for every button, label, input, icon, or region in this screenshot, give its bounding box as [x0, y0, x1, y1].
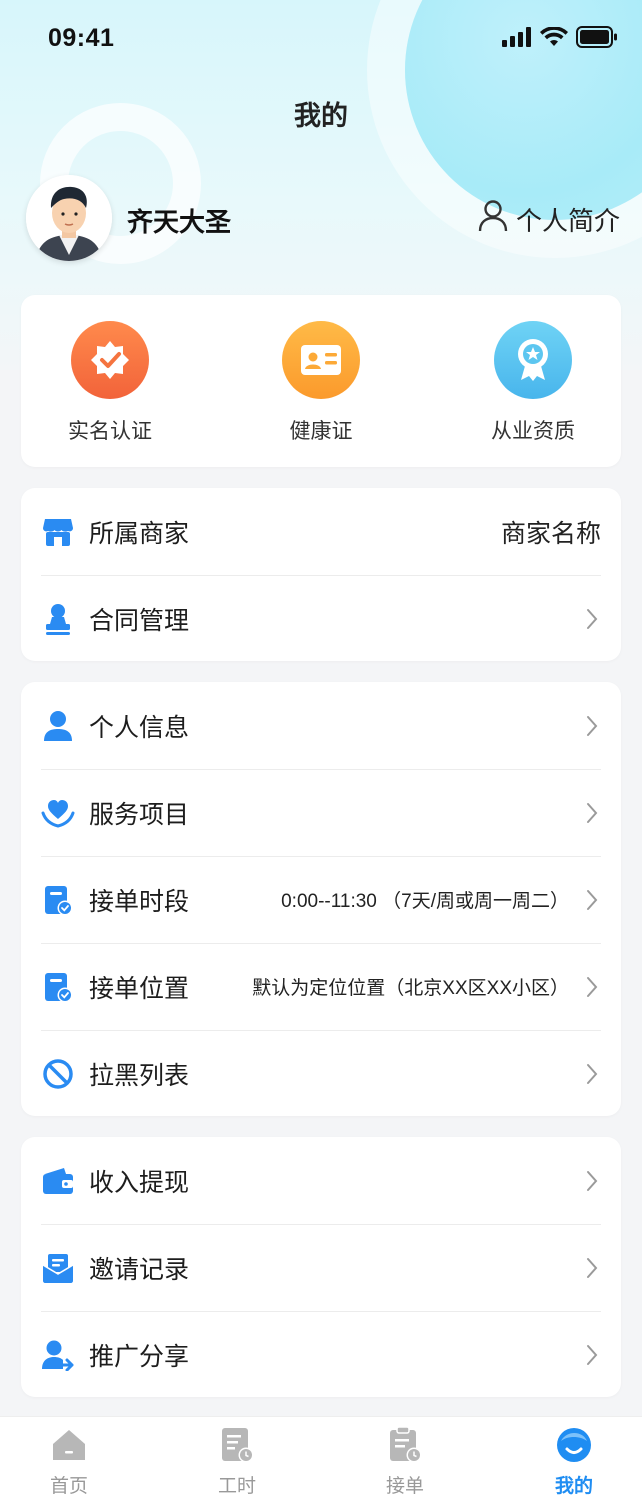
user-share-icon — [41, 1338, 75, 1372]
row-label: 推广分享 — [89, 1342, 190, 1371]
tab-orders[interactable]: 接单 — [355, 1427, 455, 1498]
person-outline-icon — [478, 200, 508, 239]
wifi-icon — [540, 26, 568, 52]
status-bar: 09:41 — [0, 0, 642, 80]
cert-label: 实名认证 — [68, 420, 152, 443]
user-icon — [41, 709, 75, 743]
heart-hands-icon — [41, 796, 75, 830]
chevron-right-icon — [583, 886, 601, 914]
row-label: 所属商家 — [89, 519, 190, 548]
personal-info-row[interactable]: 个人信息 — [41, 682, 601, 769]
merchant-row[interactable]: 所属商家 商家名称 — [41, 488, 601, 575]
id-card-icon — [282, 321, 360, 399]
profile-intro-label: 个人简介 — [515, 206, 620, 236]
block-icon — [41, 1057, 75, 1091]
chevron-right-icon — [583, 973, 601, 1001]
row-label: 个人信息 — [89, 713, 190, 742]
cert-label: 从业资质 — [491, 420, 575, 443]
info-card: 个人信息 服务项目 接单时段 0:00--11:30 （7天/周或周一周二） 接… — [21, 682, 621, 1116]
profile-intro-link[interactable]: 个人简介 — [478, 200, 620, 239]
row-label: 接单时段 — [89, 887, 190, 916]
promotion-share-row[interactable]: 推广分享 — [41, 1311, 601, 1398]
certification-card: 实名认证 健康证 从业资质 — [21, 295, 621, 467]
stamp-icon — [41, 602, 75, 636]
page-title: 我的 — [294, 101, 348, 131]
order-time-row[interactable]: 接单时段 0:00--11:30 （7天/周或周一周二） — [41, 856, 601, 943]
tab-timesheet[interactable]: 工时 — [187, 1427, 287, 1498]
row-label: 接单位置 — [89, 974, 190, 1003]
battery-icon — [576, 26, 618, 53]
row-label: 收入提现 — [89, 1168, 190, 1197]
status-time: 09:41 — [48, 24, 115, 52]
clipboard-check-icon — [41, 970, 75, 1004]
order-location-row[interactable]: 接单位置 默认为定位位置（北京XX区XX小区） — [41, 943, 601, 1030]
cert-label: 健康证 — [289, 420, 353, 443]
merchant-name-value: 商家名称 — [500, 519, 601, 548]
blacklist-row[interactable]: 拉黑列表 — [41, 1030, 601, 1117]
cert-real-name[interactable]: 实名认证 — [40, 321, 180, 445]
order-clipboard-icon — [387, 1427, 423, 1463]
contract-row[interactable]: 合同管理 — [41, 575, 601, 662]
tab-label: 我的 — [554, 1476, 593, 1497]
tab-label: 工时 — [217, 1476, 256, 1497]
merchant-card: 所属商家 商家名称 合同管理 — [21, 488, 621, 661]
finance-card: 收入提现 邀请记录 推广分享 — [21, 1137, 621, 1397]
chevron-right-icon — [583, 1341, 601, 1369]
timesheet-icon — [219, 1427, 255, 1463]
tab-home[interactable]: 首页 — [19, 1427, 119, 1498]
chevron-right-icon — [583, 1167, 601, 1195]
user-name: 齐天大圣 — [127, 207, 232, 237]
tab-label: 接单 — [385, 1476, 424, 1497]
store-icon — [41, 515, 75, 549]
tab-label: 首页 — [49, 1476, 88, 1497]
order-time-value: 0:00--11:30 （7天/周或周一周二） — [281, 891, 569, 912]
chevron-right-icon — [583, 605, 601, 633]
row-label: 合同管理 — [89, 606, 190, 635]
row-label: 邀请记录 — [89, 1255, 190, 1284]
service-items-row[interactable]: 服务项目 — [41, 769, 601, 856]
row-label: 拉黑列表 — [89, 1061, 190, 1090]
chevron-right-icon — [583, 712, 601, 740]
wallet-icon — [41, 1164, 75, 1198]
chevron-right-icon — [583, 1254, 601, 1282]
profile-face-icon — [556, 1427, 592, 1463]
clipboard-check-icon — [41, 883, 75, 917]
home-icon — [51, 1427, 87, 1463]
chevron-right-icon — [583, 799, 601, 827]
verified-badge-icon — [71, 321, 149, 399]
avatar[interactable] — [26, 175, 112, 261]
order-location-value: 默认为定位位置（北京XX区XX小区） — [252, 978, 569, 999]
tab-mine[interactable]: 我的 — [524, 1427, 624, 1498]
cert-qualification[interactable]: 从业资质 — [463, 321, 603, 445]
status-icons — [502, 26, 618, 53]
row-label: 服务项目 — [89, 800, 190, 829]
invite-record-row[interactable]: 邀请记录 — [41, 1224, 601, 1311]
cellular-signal-icon — [502, 27, 532, 52]
bottom-tab-bar: 首页 工时 接单 我的 — [0, 1416, 642, 1503]
award-medal-icon — [494, 321, 572, 399]
envelope-icon — [41, 1251, 75, 1285]
chevron-right-icon — [583, 1060, 601, 1088]
income-withdraw-row[interactable]: 收入提现 — [41, 1137, 601, 1224]
cert-health[interactable]: 健康证 — [251, 321, 391, 445]
